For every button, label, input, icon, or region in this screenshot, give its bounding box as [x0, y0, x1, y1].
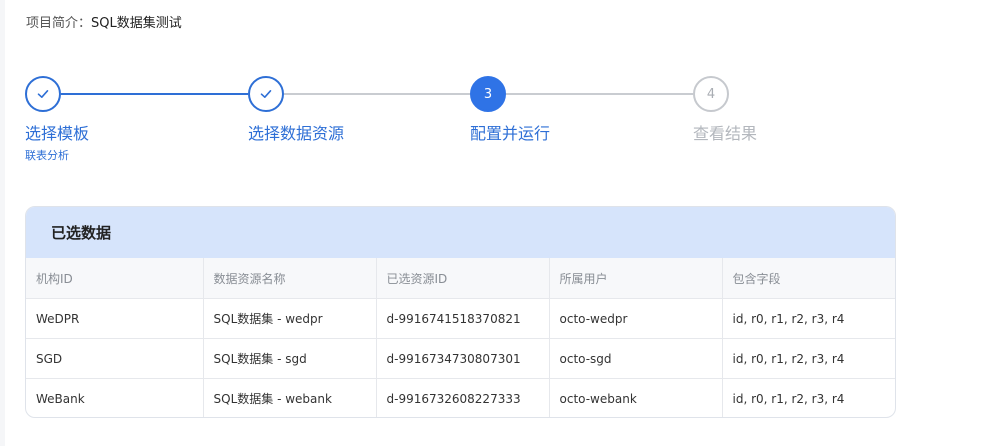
stepper: 选择模板 联表分析 选择数据资源 3 配置并运行 4 查看结果	[0, 0, 998, 180]
step-3-number: 3	[483, 86, 493, 102]
step-4-circle: 4	[693, 76, 729, 112]
cell-resource-id: d-9916741518370821	[376, 298, 550, 339]
step-1-subtitle: 联表分析	[25, 149, 69, 162]
column-header-fields: 包含字段	[722, 258, 895, 299]
cell-owner: octo-wedpr	[549, 298, 723, 339]
step-4-number: 4	[706, 86, 716, 102]
check-icon	[260, 90, 272, 98]
step-3-circle[interactable]: 3	[470, 76, 506, 112]
panel-title: 已选数据	[26, 207, 895, 258]
column-header-resource-name: 数据资源名称	[203, 258, 377, 299]
cell-owner: octo-webank	[549, 378, 723, 417]
step-4-title: 查看结果	[693, 124, 758, 143]
step-3-title[interactable]: 配置并运行	[470, 120, 550, 144]
step-1-circle[interactable]	[25, 76, 61, 112]
table-row: WeBank SQL数据集 - webank d-991673260822733…	[26, 378, 895, 417]
column-header-resource-id: 已选资源ID	[376, 258, 550, 299]
selected-data-table: 机构ID 数据资源名称 已选资源ID 所属用户 包含字段 WeDPR SQL数据…	[26, 258, 895, 417]
cell-resource-name: SQL数据集 - webank	[203, 378, 377, 417]
step-2-title[interactable]: 选择数据资源	[248, 120, 344, 144]
step-connector-2	[284, 93, 470, 95]
cell-owner: octo-sgd	[549, 338, 723, 379]
cell-resource-name: SQL数据集 - wedpr	[203, 298, 377, 339]
table-row: WeDPR SQL数据集 - wedpr d-9916741518370821 …	[26, 298, 895, 339]
step-connector-1	[61, 93, 248, 95]
step-connector-3	[506, 93, 693, 95]
cell-org-id: WeBank	[26, 378, 204, 417]
step-1-title[interactable]: 选择模板	[25, 120, 89, 144]
cell-resource-name: SQL数据集 - sgd	[203, 338, 377, 379]
cell-fields: id, r0, r1, r2, r3, r4	[722, 298, 895, 339]
cell-org-id: SGD	[26, 338, 204, 379]
column-header-owner: 所属用户	[549, 258, 723, 299]
cell-resource-id: d-9916734730807301	[376, 338, 550, 379]
table-header-row: 机构ID 数据资源名称 已选资源ID 所属用户 包含字段	[26, 258, 895, 299]
table-row: SGD SQL数据集 - sgd d-9916734730807301 octo…	[26, 338, 895, 379]
selected-data-panel: 已选数据 机构ID 数据资源名称 已选资源ID 所属用户 包含字段 WeDPR …	[25, 206, 896, 418]
check-icon	[37, 90, 49, 98]
cell-org-id: WeDPR	[26, 298, 204, 339]
cell-fields: id, r0, r1, r2, r3, r4	[722, 338, 895, 379]
cell-fields: id, r0, r1, r2, r3, r4	[732, 391, 845, 406]
step-2-circle[interactable]	[248, 76, 284, 112]
cell-resource-id: d-9916732608227333	[376, 378, 550, 417]
column-header-org-id: 机构ID	[26, 258, 204, 299]
